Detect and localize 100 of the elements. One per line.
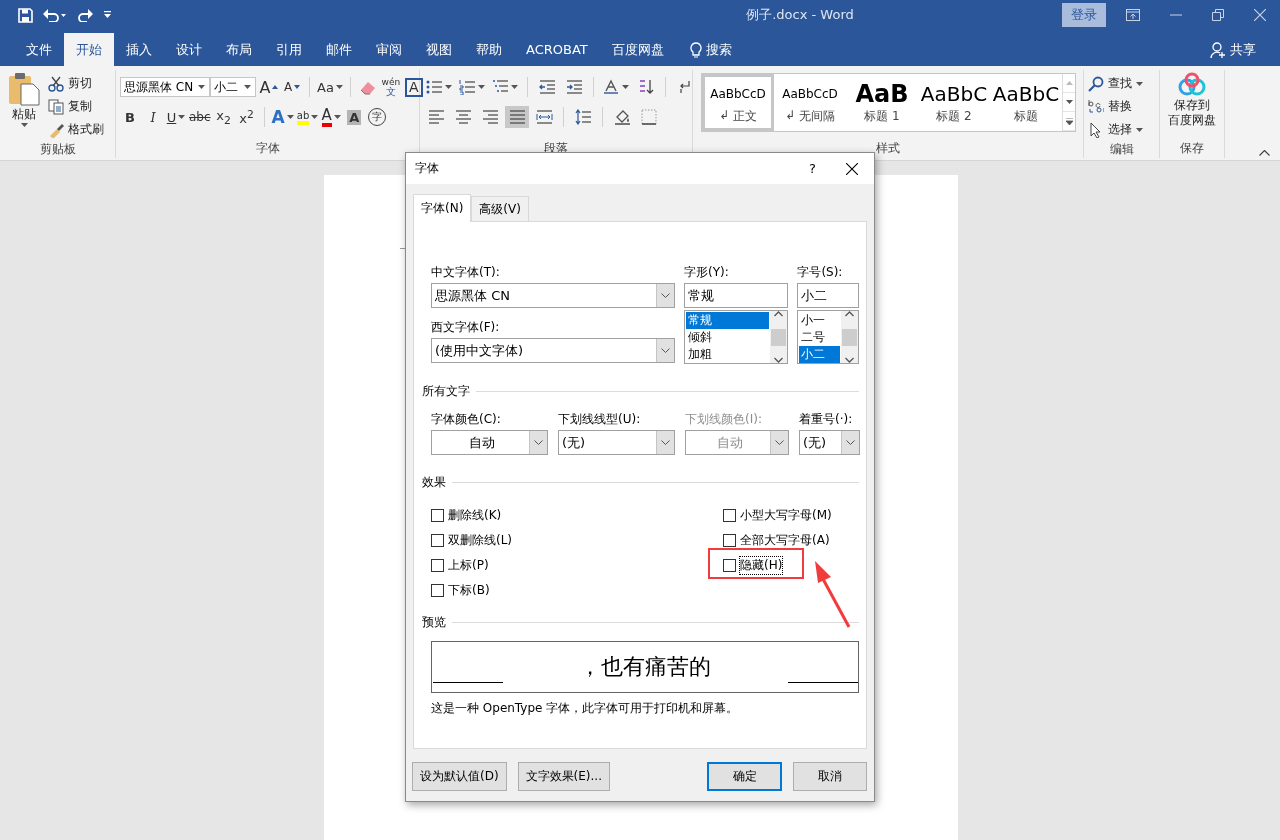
list-option[interactable]: 二号	[799, 329, 840, 346]
list-option[interactable]: 小二	[799, 346, 840, 363]
dialog-tab[interactable]: 字体(N)	[413, 194, 472, 222]
clipboard-copy-button[interactable]: 复制	[48, 95, 104, 118]
list-option[interactable]: 加粗	[686, 346, 770, 363]
down-triangle-icon	[294, 85, 301, 89]
checkbox[interactable]	[431, 534, 444, 547]
style-sample: AaBbC	[920, 81, 988, 108]
checkbox-label[interactable]: 删除线(K)	[448, 507, 502, 524]
font-style-input[interactable]: 常规	[684, 283, 789, 308]
ribbon-tab[interactable]: 设计	[164, 33, 214, 66]
scroll-thumb[interactable]	[771, 328, 787, 346]
ribbon-tab[interactable]: ACROBAT	[514, 33, 600, 66]
ribbon-tab[interactable]: 开始	[64, 33, 114, 66]
redo-icon[interactable]	[77, 8, 93, 22]
collapse-ribbon-icon[interactable]	[1259, 150, 1270, 156]
save-to-cloud-button[interactable]: 保存到 百度网盘	[1164, 70, 1220, 140]
customize-icon[interactable]	[103, 11, 112, 19]
ribbon-display-icon[interactable]	[1126, 9, 1140, 21]
checkbox[interactable]	[723, 534, 736, 547]
ribbon-tab[interactable]: 帮助	[464, 33, 514, 66]
dialog-tab[interactable]: 高级(V)	[471, 196, 529, 221]
font-shrink-button[interactable]: A	[282, 76, 302, 98]
clipboard-cut-button[interactable]: 剪切	[48, 72, 104, 95]
font-strike-button[interactable]: abc	[189, 106, 211, 128]
share-label[interactable]: 共享	[1230, 40, 1256, 59]
chevron-down-icon	[661, 440, 670, 445]
ribbon-tab[interactable]: 审阅	[364, 33, 414, 66]
style-item[interactable]: AaBbCcD ↲ 正文	[702, 74, 774, 131]
search-label[interactable]: 搜索	[705, 40, 732, 59]
font-style-list[interactable]: 常规 倾斜 加粗	[684, 310, 789, 364]
checkbox[interactable]	[431, 559, 444, 572]
dialog-button[interactable]: 取消	[793, 762, 867, 791]
list-option[interactable]: 小一	[799, 312, 840, 329]
close-icon[interactable]	[846, 162, 858, 175]
font-italic-button[interactable]: I	[143, 106, 163, 128]
font-sup-button[interactable]: x$^{2}$	[236, 106, 257, 128]
option-dropdown[interactable]: (无)	[558, 430, 675, 455]
checkbox[interactable]	[431, 509, 444, 522]
list-option[interactable]: 常规	[686, 312, 770, 329]
scroll-down-icon[interactable]	[1065, 100, 1073, 104]
more-icon[interactable]	[1065, 117, 1073, 125]
undo-icon[interactable]	[43, 8, 67, 22]
checkbox-label[interactable]: 双删除线(L)	[448, 532, 513, 549]
chinese-font-dropdown[interactable]: 思源黑体 CN	[431, 283, 675, 308]
list-option[interactable]: 倾斜	[686, 329, 770, 346]
font-size-input[interactable]: 小二	[797, 283, 859, 308]
ribbon-tab[interactable]: 视图	[414, 33, 464, 66]
option-dropdown[interactable]: (无)	[799, 430, 860, 455]
font-name-field[interactable]: 思源黑体 CN	[120, 77, 210, 97]
ribbon-tab[interactable]: 插入	[114, 33, 164, 66]
ribbon-tab[interactable]: 邮件	[314, 33, 364, 66]
checkbox-label[interactable]: 隐藏(H)	[740, 557, 783, 574]
font-bold-button[interactable]: B	[120, 106, 140, 128]
style-item[interactable]: AaB 标题 1	[846, 74, 918, 131]
restore-icon[interactable]	[1212, 9, 1224, 21]
font-size-field[interactable]: 小二	[210, 77, 256, 97]
ribbon-tab[interactable]: 引用	[264, 33, 314, 66]
font-color-button[interactable]: A	[321, 106, 342, 128]
ribbon-tab[interactable]: 文件	[14, 33, 64, 66]
scroll-thumb[interactable]	[842, 328, 857, 346]
dialog-button[interactable]: 确定	[707, 762, 782, 791]
help-button[interactable]: ?	[809, 161, 816, 176]
scroll-up-icon[interactable]	[774, 311, 784, 317]
font-effects-button[interactable]: A	[271, 106, 294, 128]
checkbox-label[interactable]: 上标(P)	[448, 557, 489, 574]
paste-button[interactable]: 粘贴	[4, 70, 44, 141]
dialog-button[interactable]: 文字效果(E)...	[517, 762, 610, 791]
dialog-button[interactable]: 设为默认值(D)	[412, 762, 507, 791]
checkbox-label[interactable]: 小型大写字母(M)	[740, 507, 832, 524]
ribbon-tab[interactable]: 百度网盘	[599, 33, 676, 66]
font-border-button[interactable]: A	[403, 76, 424, 98]
font-phonetic-button[interactable]: wén 文	[380, 76, 401, 98]
ribbon-tab[interactable]: 布局	[214, 33, 264, 66]
login-button[interactable]: 登录	[1062, 3, 1106, 27]
font-sub-button[interactable]: x$_{2}$	[213, 106, 234, 128]
checkbox[interactable]	[431, 584, 444, 597]
editing-select-button[interactable]: 选择	[1088, 118, 1143, 141]
editing-find-button[interactable]: 查找	[1088, 72, 1143, 95]
checkbox-label[interactable]: 全部大写字母(A)	[740, 532, 830, 549]
checkbox[interactable]	[723, 559, 736, 572]
font-grow-button[interactable]: A	[259, 76, 279, 98]
font-highlight-button[interactable]: ab	[296, 106, 319, 128]
font-size-list[interactable]: 小一 二号 小二	[797, 310, 859, 364]
save-icon[interactable]	[18, 7, 33, 23]
option-dropdown[interactable]: 自动	[431, 430, 548, 455]
checkbox[interactable]	[723, 509, 736, 522]
font-underline-button[interactable]: U	[166, 106, 186, 128]
style-item[interactable]: AaBbC 标题	[990, 74, 1062, 131]
clipboard-painter-button[interactable]: 格式刷	[48, 118, 104, 141]
editing-replace-button[interactable]: 替换	[1088, 95, 1143, 118]
font-case-button[interactable]: Aa	[317, 76, 343, 98]
style-item[interactable]: AaBbC 标题 2	[918, 74, 990, 131]
style-item[interactable]: AaBbCcD ↲ 无间隔	[774, 74, 846, 131]
checkbox-label[interactable]: 下标(B)	[448, 582, 490, 599]
western-font-dropdown[interactable]: (使用中文字体)	[431, 338, 675, 363]
justify-button[interactable]	[505, 106, 529, 128]
scroll-down-icon[interactable]	[774, 357, 784, 363]
scroll-up-icon[interactable]	[845, 311, 854, 317]
scroll-down-icon[interactable]	[845, 357, 854, 363]
